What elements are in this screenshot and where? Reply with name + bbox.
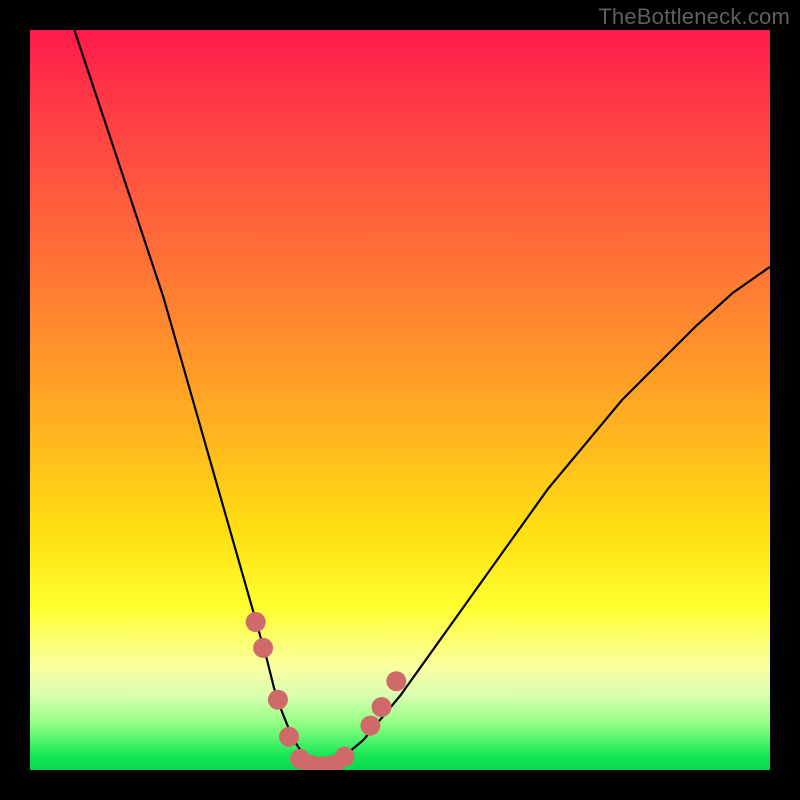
data-marker — [246, 612, 266, 632]
data-marker — [268, 690, 288, 710]
data-marker — [279, 727, 299, 747]
data-marker — [360, 716, 380, 736]
data-marker — [335, 747, 355, 767]
plot-area — [30, 30, 770, 770]
data-marker — [372, 697, 392, 717]
marker-layer — [30, 30, 770, 770]
data-marker — [386, 671, 406, 691]
watermark-text: TheBottleneck.com — [598, 4, 790, 30]
data-marker — [253, 638, 273, 658]
chart-frame: TheBottleneck.com — [0, 0, 800, 800]
marker-group — [246, 612, 407, 770]
